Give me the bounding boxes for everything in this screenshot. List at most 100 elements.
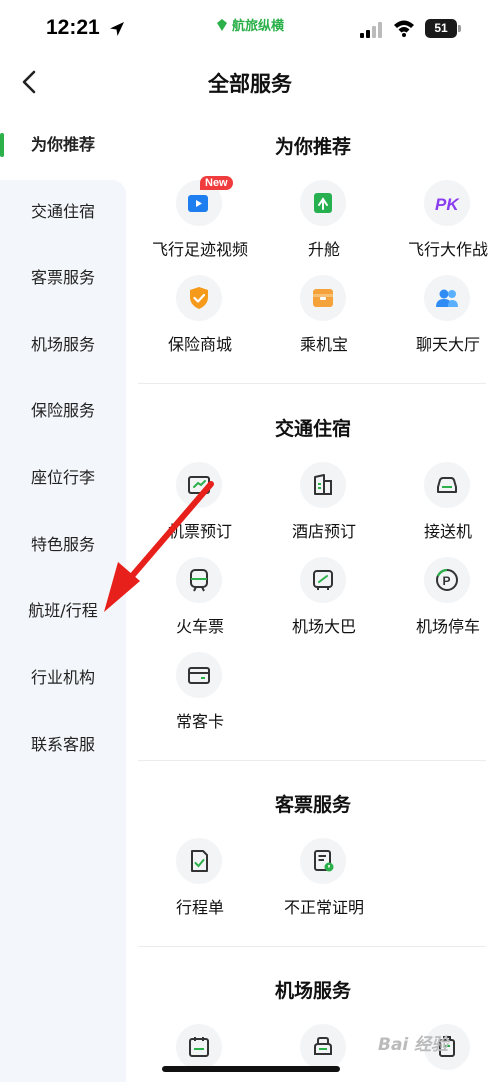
wifi-icon [394,20,414,37]
parking-icon: P [436,568,458,591]
service-label: 不正常证明 [283,898,364,917]
service-label: 机场停车 [415,617,480,636]
sidebar-item-transport[interactable]: 交通住宿 [0,179,126,245]
icon-circle [176,838,222,884]
active-indicator [0,133,4,157]
location-arrow-icon [110,22,124,36]
service-airport-parking[interactable]: P 机场停车 [386,557,500,647]
category-sidebar: 为你推荐 交通住宿 客票服务 机场服务 保险服务 座位行李 特色服务 航班/行程… [0,112,126,1082]
battery-level: 51 [425,19,457,38]
icon-circle [300,180,346,226]
icon-circle [300,838,346,884]
service-label: 火车票 [175,617,224,636]
calendar-icon [189,1037,209,1057]
sidebar-item-label: 为你推荐 [30,135,95,154]
service-label: 接送机 [423,522,472,541]
sidebar-item-label: 航班/行程 [28,601,98,620]
shield-icon [190,287,208,309]
service-hotel-booking[interactable]: 酒店预订 [262,462,386,552]
sidebar-item-flight-trip[interactable]: 航班/行程 [0,578,126,644]
service-label: 保险商城 [167,335,232,354]
sidebar-item-support[interactable]: 联系客服 [0,712,126,778]
battery-tip [458,25,461,32]
status-bar: 12:21 航旅纵横 51 [0,0,500,58]
service-label: 行程单 [175,898,224,917]
service-itinerary[interactable]: 行程单 [138,838,262,928]
sidebar-item-label: 行业机构 [30,668,95,687]
sidebar-item-label: 联系客服 [30,735,95,754]
signal-icon [360,22,382,38]
icon-circle [176,652,222,698]
section-divider [138,760,486,761]
icon-circle [300,462,346,508]
certificate-icon [314,850,334,872]
service-irregularity-certificate[interactable]: 不正常证明 [262,838,386,928]
watermark: Bai 经验 [378,1035,449,1055]
service-label: 常客卡 [175,712,224,731]
pk-icon: PK [435,195,460,214]
section-title: 客票服务 [274,794,351,816]
sidebar-item-label: 特色服务 [30,535,95,554]
bus-icon [313,570,333,590]
sidebar-item-special[interactable]: 特色服务 [0,512,126,578]
sidebar-item-industry[interactable]: 行业机构 [0,645,126,711]
icon-circle [176,1024,222,1070]
train-icon [190,569,208,592]
service-label: 乘机宝 [299,335,348,354]
sidebar-item-label: 机场服务 [30,335,95,354]
icon-circle [176,275,222,321]
service-airport-bus[interactable]: 机场大巴 [262,557,386,647]
sidebar-item-label: 座位行李 [30,468,95,487]
sidebar-item-label: 交通住宿 [30,202,95,221]
icon-circle [176,557,222,603]
service-train-ticket[interactable]: 火车票 [138,557,262,647]
sidebar-item-recommend[interactable]: 为你推荐 [0,112,126,178]
hotel-icon [314,474,332,495]
service-airport-transfer[interactable]: 接送机 [386,462,500,552]
sidebar-item-ticket[interactable]: 客票服务 [0,245,126,311]
home-indicator[interactable] [162,1066,340,1072]
sidebar-item-label: 保险服务 [30,401,95,420]
service-label: 聊天大厅 [415,335,480,354]
new-badge: New [200,176,233,190]
svg-text:P: P [443,574,451,588]
icon-circle [300,1024,346,1070]
sidebar-item-insurance[interactable]: 保险服务 [0,378,126,444]
service-insurance-mall[interactable]: 保险商城 [138,275,262,365]
section-divider [138,946,486,947]
service-label: 升舱 [307,240,340,259]
icon-circle [300,557,346,603]
upgrade-icon [314,193,332,213]
box-icon [313,289,333,307]
section-title: 为你推荐 [274,136,351,158]
service-airport-item-1[interactable] [138,1024,262,1082]
service-flight-video[interactable]: New 飞行足迹视频 [138,176,262,270]
icon-circle [424,462,470,508]
service-boarding-treasure[interactable]: 乘机宝 [262,275,386,365]
chat-icon [436,289,458,307]
icon-circle: P [424,557,470,603]
app-brand-label: 航旅纵横 [232,19,285,34]
service-frequent-flyer-card[interactable]: 常客卡 [138,652,262,742]
service-label: 飞行大作战 [407,240,488,259]
brand-logo-icon [217,18,227,31]
services-content[interactable]: 为你推荐 New 飞行足迹视频 升舱 PK 飞行大作战 保险商城 乘机宝 聊天大… [126,112,500,1082]
service-label: 酒店预订 [291,522,356,541]
status-time: 12:21 [46,16,100,39]
sidebar-item-seat-luggage[interactable]: 座位行李 [0,445,126,511]
icon-circle [300,275,346,321]
service-label: 飞行足迹视频 [151,240,248,259]
section-title: 机场服务 [274,980,351,1002]
service-flight-booking[interactable]: 机票预订 [138,462,262,552]
service-chat-hall[interactable]: 聊天大厅 [386,275,500,365]
svg-text:PK: PK [435,195,460,214]
sidebar-item-airport[interactable]: 机场服务 [0,312,126,378]
service-airport-item-2[interactable] [262,1024,386,1082]
service-flight-battle[interactable]: PK 飞行大作战 [386,180,500,270]
itinerary-icon [191,850,208,872]
service-upgrade[interactable]: 升舱 [262,180,386,270]
lounge-icon [314,1037,332,1055]
service-label: 机场大巴 [291,617,356,636]
video-icon [188,195,208,212]
icon-circle: PK [424,180,470,226]
